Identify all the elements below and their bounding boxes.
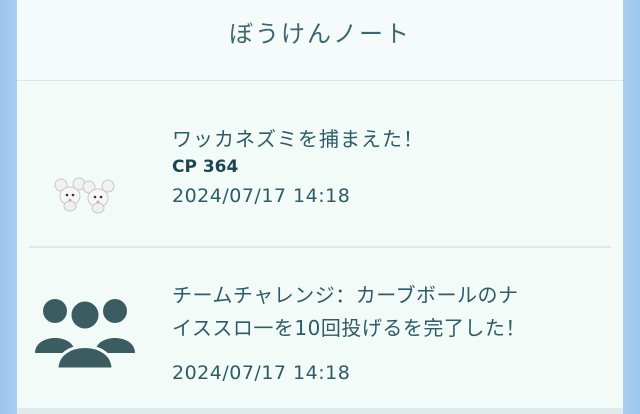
team-icon bbox=[29, 293, 141, 371]
journal-panel: ぼうけんノート ワッカネズミを捕まえた！ CP 364 2024/07/17 1… bbox=[17, 0, 623, 414]
entry-timestamp: 2024/07/17 14:18 bbox=[172, 362, 351, 384]
entry-title-line-2: イススロ一を10回投げるを完了した！ bbox=[172, 316, 526, 340]
entry-title: ワッカネズミを捕まえた！ bbox=[172, 127, 424, 151]
pokemon-icon bbox=[53, 176, 117, 216]
page-title: ぼうけんノート bbox=[229, 20, 411, 48]
journal-header: ぼうけんノート bbox=[17, 0, 623, 81]
divider bbox=[17, 408, 623, 414]
entry-timestamp: 2024/07/17 14:18 bbox=[172, 185, 351, 207]
entry-title-line-1: チームチャレンジ：カーブボールのナ bbox=[172, 283, 519, 307]
entry-cp: CP 364 bbox=[172, 157, 239, 177]
journal-entry-challenge[interactable]: チームチャレンジ：カーブボールのナ イススロ一を10回投げるを完了した！ 202… bbox=[17, 247, 623, 407]
journal-entry-catch[interactable]: ワッカネズミを捕まえた！ CP 364 2024/07/17 14:18 bbox=[17, 80, 623, 246]
